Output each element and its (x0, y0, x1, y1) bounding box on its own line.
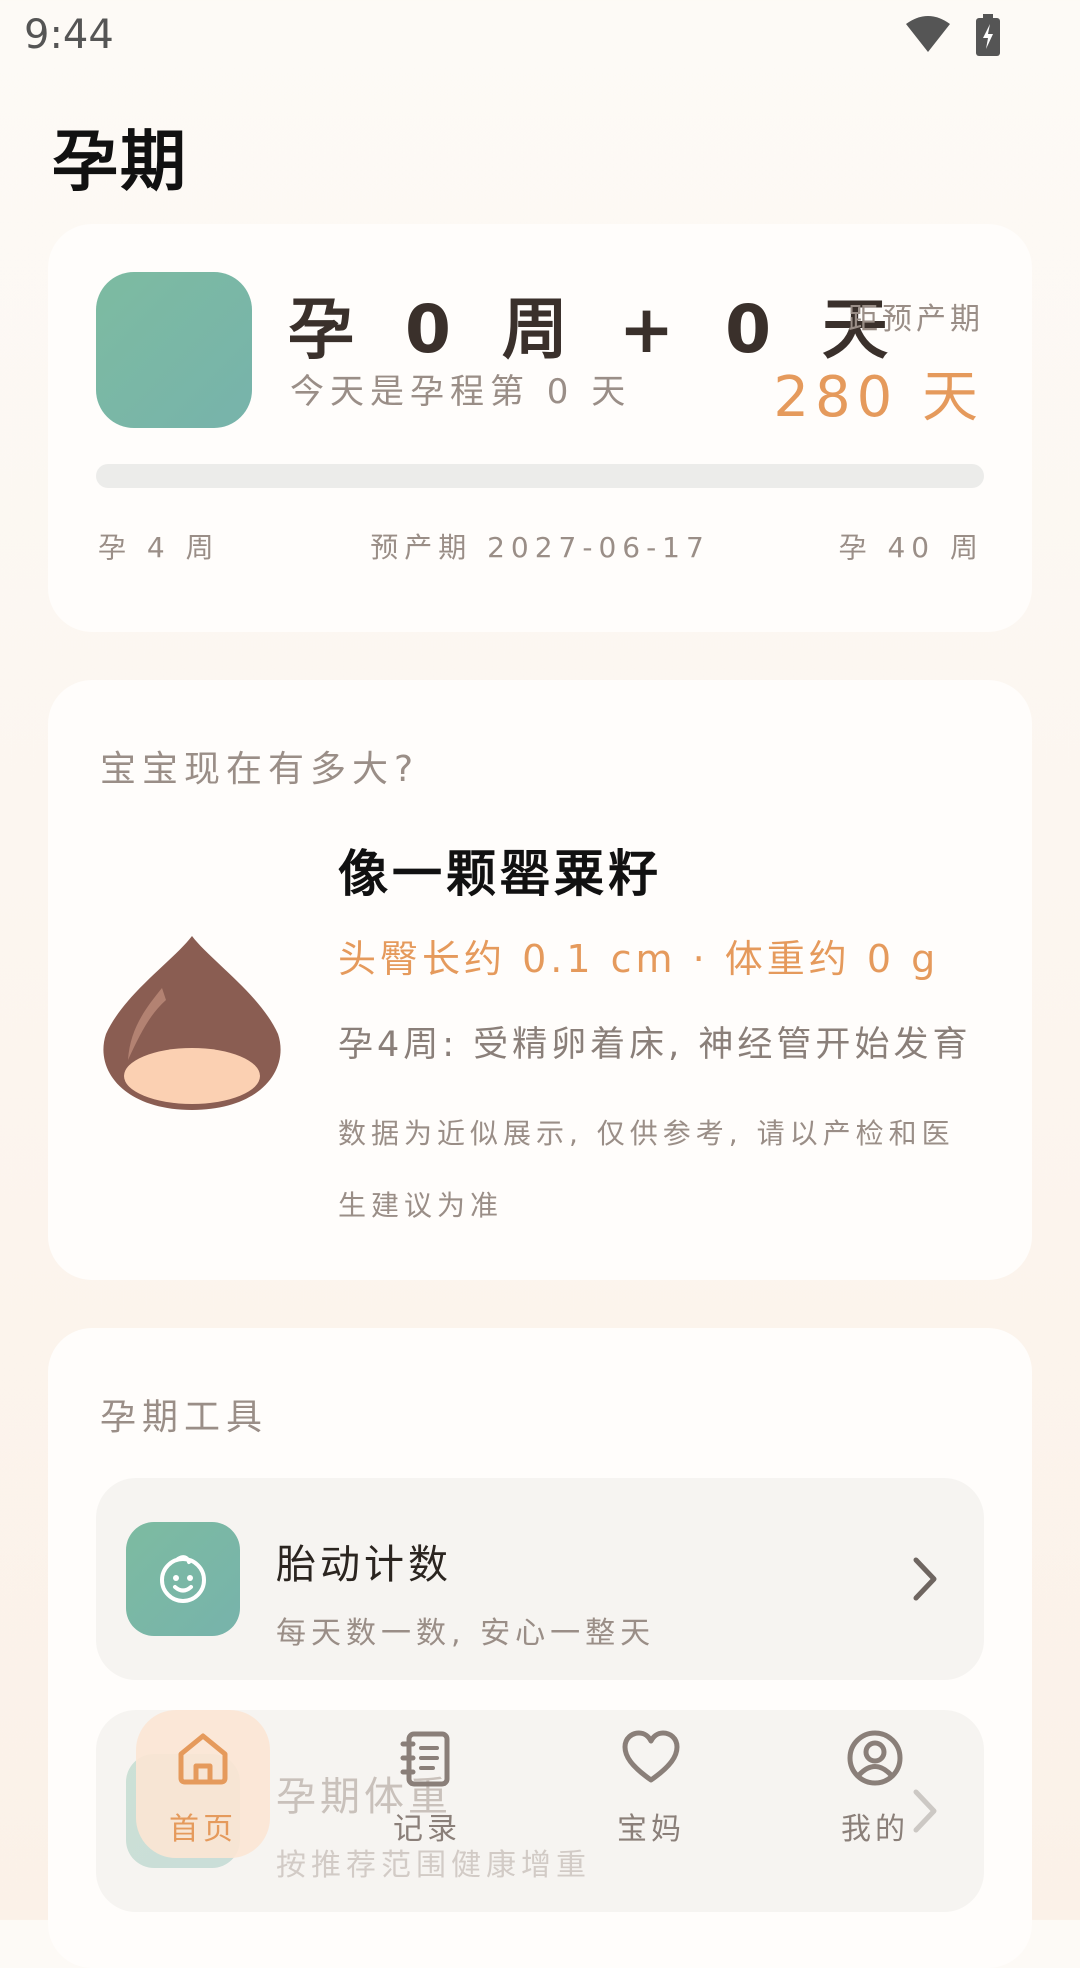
profile-icon (847, 1730, 903, 1786)
baby-size-card: 宝宝现在有多大? 像一颗罂粟籽 头臀长约 0.1 cm · 体重约 0 g 孕4… (48, 680, 1032, 1280)
notebook-icon (400, 1731, 450, 1787)
battery-icon (976, 14, 1000, 56)
wifi-icon (906, 16, 950, 52)
scale-end-label: 孕 40 周 (838, 531, 984, 564)
tool-item-kick-counter[interactable]: 胎动计数 每天数一数, 安心一整天 (96, 1478, 984, 1680)
tools-heading: 孕期工具 (100, 1397, 269, 1438)
home-icon (178, 1733, 228, 1785)
nav-tab-home[interactable]: 首页 (136, 1710, 270, 1858)
pregnancy-progress-card: 孕 0 周 + 0 天 今天是孕程第 0 天 距预产期 280 天 孕 4 周 … (48, 224, 1032, 632)
status-bar: 9:44 (0, 0, 1080, 72)
development-text: 孕4周: 受精卵着床, 神经管开始发育 (338, 1025, 972, 1065)
status-icons (906, 14, 1000, 56)
heart-icon (622, 1730, 680, 1783)
pregnancy-tools-card: 孕期工具 胎动计数 每天数一数, 安心一整天 孕期体重 按推荐范围健康增重 (48, 1328, 1032, 1968)
chevron-right-icon (913, 1557, 937, 1601)
progress-bar (96, 464, 984, 488)
nav-label: 首页 (169, 1812, 237, 1847)
tool-title: 胎动计数 (276, 1542, 452, 1588)
tool-subtitle: 每天数一数, 安心一整天 (276, 1616, 656, 1651)
due-label: 距预产期 (848, 302, 984, 337)
page-title: 孕期 (52, 123, 188, 200)
today-text: 今天是孕程第 0 天 (290, 372, 632, 412)
disclaimer-note: 数据为近似展示, 仅供参考, 请以产检和医生建议为准 (338, 1117, 955, 1222)
fruit-title: 像一颗罂粟籽 (338, 845, 662, 903)
baby-size-heading: 宝宝现在有多大? (100, 749, 420, 790)
bottom-navigation: 首页 记录 宝妈 我的 (0, 1700, 1080, 1860)
nav-tab-moms[interactable]: 宝妈 (584, 1710, 718, 1858)
nav-tab-profile[interactable]: 我的 (808, 1710, 942, 1858)
due-days-count: 280 天 (773, 365, 984, 430)
chestnut-icon (103, 936, 281, 1110)
baby-face-icon (126, 1522, 240, 1636)
nav-tab-records[interactable]: 记录 (360, 1710, 494, 1858)
fruit-measurements: 头臀长约 0.1 cm · 体重约 0 g (338, 937, 940, 981)
nav-label: 宝妈 (617, 1812, 685, 1847)
nav-label: 我的 (841, 1812, 909, 1847)
avatar (96, 272, 252, 428)
status-time: 9:44 (24, 12, 114, 58)
nav-label: 记录 (393, 1812, 461, 1847)
